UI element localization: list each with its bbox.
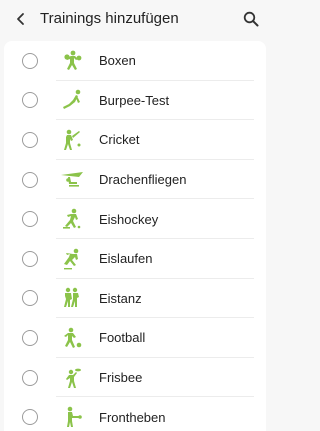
list-item-label: Eishockey — [99, 211, 159, 227]
list-item[interactable]: Burpee-Test — [4, 81, 266, 121]
football-icon — [60, 326, 84, 350]
radio-button[interactable] — [22, 131, 38, 148]
radio-button[interactable] — [22, 171, 38, 188]
top-app-bar: Trainings hinzufügen — [0, 0, 270, 37]
app-screen: Trainings hinzufügen Boxen Burpee-Test C… — [0, 0, 270, 431]
list-item-label: Football — [99, 330, 146, 346]
list-item-label: Drachenfliegen — [99, 172, 187, 188]
list-item-label: Boxen — [99, 53, 136, 69]
radio-button[interactable] — [22, 290, 38, 307]
search-icon — [243, 11, 259, 26]
list-item-label: Frisbee — [99, 370, 143, 386]
burpee-icon — [60, 88, 84, 112]
radio-button[interactable] — [22, 329, 38, 346]
cricket-icon — [60, 128, 84, 152]
ice-skating-icon — [60, 247, 84, 271]
hang-glider-icon — [60, 168, 84, 192]
back-button[interactable] — [8, 6, 34, 32]
list-item[interactable]: Cricket — [4, 120, 266, 160]
list-item-label: Eistanz — [99, 290, 142, 306]
list-item-label: Cricket — [99, 132, 140, 148]
ice-dance-icon — [60, 286, 84, 310]
radio-button[interactable] — [22, 211, 38, 228]
list-item[interactable]: Drachenfliegen — [4, 160, 266, 200]
search-button[interactable] — [238, 6, 264, 32]
list-item[interactable]: Frontheben — [4, 397, 266, 431]
front-raise-icon — [60, 405, 84, 429]
page-title: Trainings hinzufügen — [40, 10, 179, 27]
ice-hockey-icon — [60, 207, 84, 231]
list-item[interactable]: Eishockey — [4, 199, 266, 239]
exercise-list: Boxen Burpee-Test Cricket Drachenfliegen… — [4, 41, 266, 431]
list-item[interactable]: Eislaufen — [4, 239, 266, 279]
list-item[interactable]: Football — [4, 318, 266, 358]
radio-button[interactable] — [22, 52, 38, 69]
list-item[interactable]: Boxen — [4, 41, 266, 81]
list-item-label: Eislaufen — [99, 251, 153, 267]
list-item-label: Burpee-Test — [99, 92, 170, 108]
list-item-label: Frontheben — [99, 409, 166, 425]
radio-button[interactable] — [22, 250, 38, 267]
list-item[interactable]: Eistanz — [4, 279, 266, 319]
radio-button[interactable] — [22, 409, 38, 426]
radio-button[interactable] — [22, 92, 38, 109]
list-item[interactable]: Frisbee — [4, 358, 266, 398]
radio-button[interactable] — [22, 369, 38, 386]
back-arrow-icon — [17, 12, 24, 25]
boxing-icon — [60, 49, 84, 73]
frisbee-icon — [60, 366, 84, 390]
